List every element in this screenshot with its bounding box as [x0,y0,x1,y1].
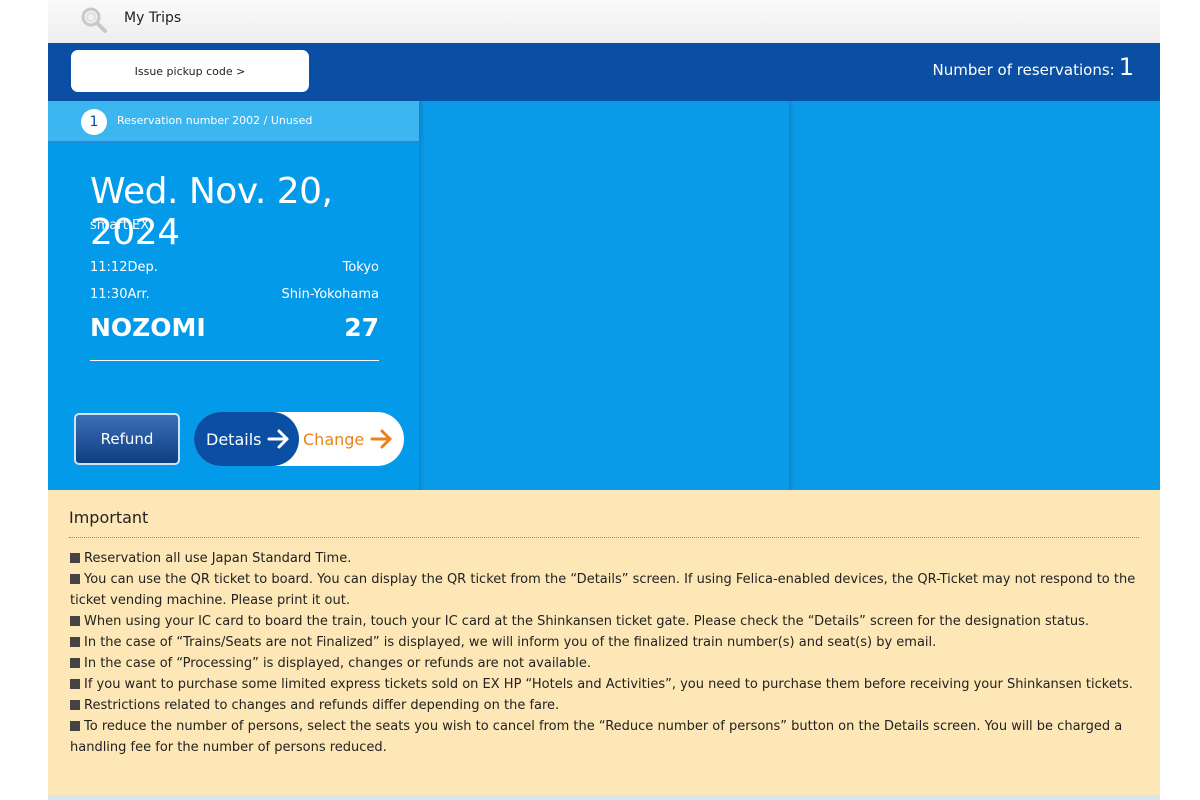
list-item: When using your IC card to board the tra… [70,611,1140,632]
list-item: Restrictions related to changes and refu… [70,695,1140,716]
arrow-right-icon [370,429,392,449]
list-item: You can use the QR ticket to board. You … [70,569,1140,611]
arrow-right-icon [267,429,289,449]
details-label: Details [206,429,262,449]
important-list: Reservation all use Japan Standard Time.… [70,548,1140,758]
train-name: NOZOMI [90,313,206,342]
top-bar: My Trips [48,0,1160,43]
card-divider [90,360,379,361]
reservation-cards-area: 1 Reservation number 2002 / Unused Wed. … [48,101,1160,490]
column-separator [419,101,425,490]
bottom-strip [48,795,1160,800]
train-number: 27 [344,313,379,342]
list-item: In the case of “Processing” is displayed… [70,653,1140,674]
reservation-count: Number of reservations: 1 [933,53,1134,81]
important-heading: Important [69,508,149,527]
action-pill: Details Change [194,412,404,466]
list-item: If you want to purchase some limited exp… [70,674,1140,695]
arrival-row: 11:30Arr. Shin-Yokohama [90,287,379,302]
reservation-number-status: Reservation number 2002 / Unused [117,114,313,127]
departure-row: 11:12Dep. Tokyo [90,260,379,275]
important-notice: Important Reservation all use Japan Stan… [48,490,1160,795]
details-button[interactable]: Details [194,412,299,466]
issue-pickup-code-button[interactable]: Issue pickup code > [71,50,309,92]
reservation-index-badge: 1 [81,109,107,135]
list-item: To reduce the number of persons, select … [70,716,1140,758]
dotted-divider [69,537,1139,538]
arrival-time: 11:30Arr. [90,287,150,302]
reservation-card: 1 Reservation number 2002 / Unused Wed. … [48,101,419,490]
search-icon[interactable] [80,6,108,34]
reservation-toolbar: Issue pickup code > Number of reservatio… [48,43,1160,101]
reservation-count-label: Number of reservations: [932,61,1115,79]
arrival-station: Shin-Yokohama [281,287,379,302]
travel-date: Wed. Nov. 20, 2024 [90,171,333,253]
list-item: In the case of “Trains/Seats are not Fin… [70,632,1140,653]
page-title: My Trips [124,10,182,26]
refund-button[interactable]: Refund [74,413,180,465]
change-label: Change [303,429,365,449]
column-separator [789,101,795,490]
train-info: NOZOMI 27 [90,313,379,342]
departure-station: Tokyo [342,260,379,275]
ticket-product: smart EX [90,218,150,233]
reservation-card-header: 1 Reservation number 2002 / Unused [48,101,419,144]
departure-time: 11:12Dep. [90,260,158,275]
reservation-count-value: 1 [1118,53,1134,81]
change-button[interactable]: Change [299,412,404,466]
list-item: Reservation all use Japan Standard Time. [70,548,1140,569]
